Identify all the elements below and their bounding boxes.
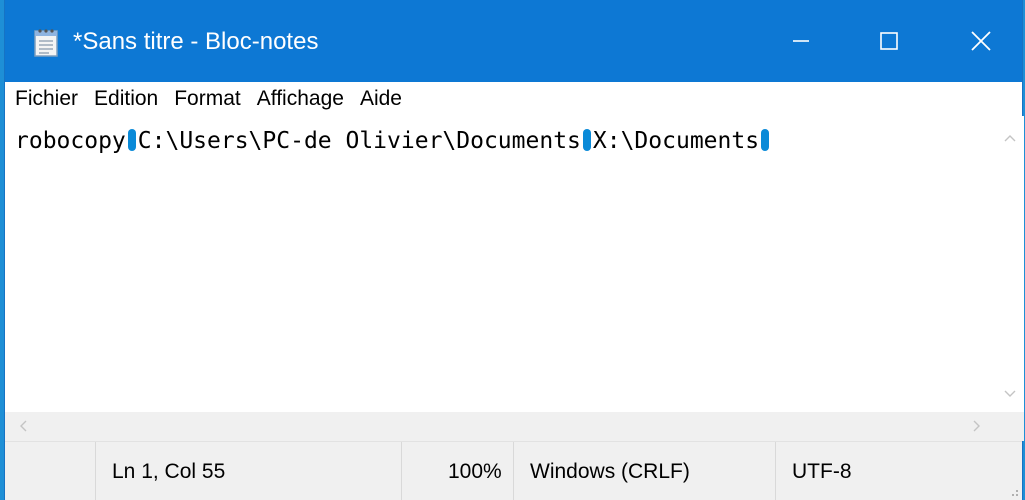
menu-fichier[interactable]: Fichier (5, 85, 86, 113)
menu-bar: Fichier Edition Format Affichage Aide (5, 82, 1022, 116)
maximize-icon (880, 32, 898, 50)
horizontal-scrollbar[interactable] (5, 412, 995, 441)
tab-marker (761, 129, 770, 151)
close-icon (971, 31, 991, 51)
text-segment-destination: X:\Documents (592, 128, 760, 154)
window-title: *Sans titre - Bloc-notes (73, 28, 319, 55)
status-line-ending: Windows (CRLF) (513, 442, 775, 500)
maximize-button[interactable] (843, 0, 935, 82)
minimize-icon (793, 40, 809, 42)
close-button[interactable] (935, 0, 1025, 82)
menu-edition[interactable]: Edition (86, 85, 166, 113)
tab-marker (582, 129, 591, 151)
status-encoding: UTF-8 (775, 442, 1024, 500)
tab-marker (127, 129, 136, 151)
menu-affichage[interactable]: Affichage (249, 85, 352, 113)
editor-content[interactable]: robocopy C:\Users\PC-de Olivier\Documents… (15, 126, 771, 156)
text-segment-command: robocopy (15, 128, 126, 154)
status-bar: Ln 1, Col 55 100% Windows (CRLF) UTF-8 (5, 441, 1022, 500)
title-bar[interactable]: *Sans titre - Bloc-notes (5, 0, 1022, 82)
vertical-scrollbar[interactable] (995, 116, 1024, 412)
resize-grip-icon[interactable] (1006, 484, 1020, 498)
menu-format[interactable]: Format (166, 85, 249, 113)
notepad-icon (33, 27, 59, 57)
scroll-right-icon[interactable] (973, 420, 981, 432)
text-segment-source: C:\Users\PC-de Olivier\Documents (137, 128, 581, 154)
status-zoom: 100% (401, 442, 513, 500)
notepad-window: *Sans titre - Bloc-notes Fichier Edition… (4, 0, 1024, 500)
status-cursor-position: Ln 1, Col 55 (95, 442, 401, 500)
text-editor[interactable]: robocopy C:\Users\PC-de Olivier\Documents… (5, 116, 995, 412)
scroll-left-icon[interactable] (19, 420, 27, 432)
minimize-button[interactable] (755, 0, 847, 82)
scrollbar-corner (995, 412, 1024, 441)
menu-aide[interactable]: Aide (352, 85, 410, 113)
scroll-down-icon[interactable] (1004, 390, 1016, 398)
scroll-up-icon[interactable] (1004, 134, 1016, 142)
